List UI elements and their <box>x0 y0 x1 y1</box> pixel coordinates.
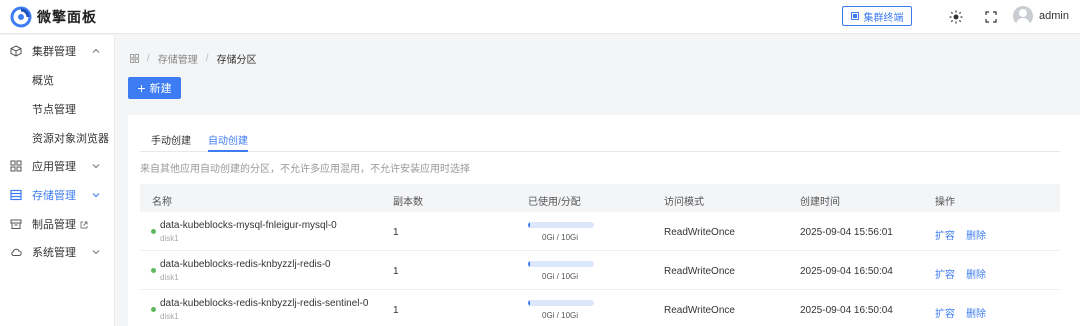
sidebar-item-label: 集群管理 <box>32 46 76 58</box>
created-time: 2025-09-04 16:50:04 <box>800 266 893 277</box>
cluster-terminal-button[interactable]: 集群终端 <box>842 6 912 26</box>
usage-bar <box>528 222 594 228</box>
created-time: 2025-09-04 15:56:01 <box>800 227 893 238</box>
breadcrumb-storage[interactable]: 存储管理 <box>158 51 198 66</box>
expand-link[interactable]: 扩容 <box>935 305 955 320</box>
sidebar-item-label: 系统管理 <box>32 247 76 259</box>
sidebar-item-apps[interactable]: 应用管理 <box>0 152 115 180</box>
sidebar-item-resource-browser[interactable]: 资源对象浏览器 <box>0 124 115 152</box>
tab-hint-text: 来自其他应用自动创建的分区，不允许多应用混用，不允许安装应用时选择 <box>140 164 470 175</box>
table-row: data-kubeblocks-redis-knbyzzlj-redis-0 d… <box>140 251 1060 290</box>
app-logo[interactable]: 微擎面板 <box>10 6 97 28</box>
column-header-created: 创建时间 <box>800 197 840 208</box>
replica-count: 1 <box>393 227 399 238</box>
breadcrumb-separator: / <box>147 53 150 64</box>
expand-link[interactable]: 扩容 <box>935 227 955 242</box>
tab-auto-create[interactable]: 自动创建 <box>208 132 248 152</box>
storage-icon <box>10 189 22 201</box>
external-link-icon <box>80 221 88 229</box>
sidebar-subitem-label: 节点管理 <box>32 104 76 116</box>
sidebar-item-system[interactable]: 系统管理 <box>0 238 115 266</box>
top-bar: 微擎面板 集群终端 admin <box>0 0 1080 34</box>
expand-link[interactable]: 扩容 <box>935 266 955 281</box>
usage-text: 0Gi / 10Gi <box>542 311 579 320</box>
access-mode: ReadWriteOnce <box>664 305 735 316</box>
partition-disk: disk1 <box>160 234 179 243</box>
sidebar-subitem-label: 概览 <box>32 75 54 87</box>
chevron-down-icon <box>92 250 100 255</box>
user-avatar[interactable] <box>1013 6 1033 26</box>
table-row: data-kubeblocks-redis-knbyzzlj-redis-sen… <box>140 290 1060 326</box>
usage-text: 0Gi / 10Gi <box>542 233 579 242</box>
replica-count: 1 <box>393 305 399 316</box>
partition-name: data-kubeblocks-redis-knbyzzlj-redis-0 <box>160 259 331 270</box>
created-time: 2025-09-04 16:50:04 <box>800 305 893 316</box>
column-header-actions: 操作 <box>935 197 955 208</box>
sidebar-item-artifacts[interactable]: 制品管理 <box>0 210 115 238</box>
usage-bar-fill <box>528 300 530 306</box>
delete-link[interactable]: 删除 <box>966 266 986 281</box>
usage-bar-fill <box>528 261 530 267</box>
column-header-usage: 已使用/分配 <box>528 197 581 208</box>
archive-icon <box>10 219 22 229</box>
tab-manual-create[interactable]: 手动创建 <box>151 132 191 152</box>
status-dot <box>151 229 156 234</box>
table-row: data-kubeblocks-mysql-fnleigur-mysql-0 d… <box>140 212 1060 251</box>
status-dot <box>151 268 156 273</box>
new-button-label: 新建 <box>149 83 172 95</box>
cloud-icon <box>11 248 22 256</box>
partition-disk: disk1 <box>160 273 179 282</box>
usage-bar-fill <box>528 222 530 228</box>
sidebar-subitem-label: 资源对象浏览器 <box>32 133 109 145</box>
breadcrumb: / 存储管理 / 存储分区 <box>130 51 257 66</box>
breadcrumb-separator: / <box>205 53 209 64</box>
sidebar-item-label: 制品管理 <box>32 219 76 231</box>
breadcrumb-current: 存储分区 <box>216 55 257 66</box>
cluster-terminal-label: 集群终端 <box>863 12 904 24</box>
sidebar-item-label: 存储管理 <box>32 190 76 202</box>
table-header: 名称 副本数 已使用/分配 访问模式 创建时间 操作 <box>140 184 1060 212</box>
column-header-replicas: 副本数 <box>393 197 423 208</box>
username[interactable]: admin <box>1039 10 1069 22</box>
sidebar-item-storage[interactable]: 存储管理 <box>0 181 115 209</box>
sidebar-item-nodes[interactable]: 节点管理 <box>0 95 115 123</box>
access-mode: ReadWriteOnce <box>664 266 735 277</box>
delete-link[interactable]: 删除 <box>966 227 986 242</box>
logo-icon <box>10 6 32 28</box>
delete-link[interactable]: 删除 <box>966 305 986 320</box>
cube-icon <box>10 45 22 57</box>
plus-icon: + <box>137 80 146 96</box>
replica-count: 1 <box>393 266 399 277</box>
fullscreen-icon[interactable] <box>984 10 998 24</box>
tab-bar: 手动创建 自动创建 <box>140 125 1060 152</box>
sidebar: 集群管理 概览 节点管理 资源对象浏览器 应用管理 存储管理 制品管理 系统管理 <box>0 35 115 326</box>
access-mode: ReadWriteOnce <box>664 227 735 238</box>
partition-name: data-kubeblocks-redis-knbyzzlj-redis-sen… <box>160 298 369 309</box>
chevron-down-icon <box>92 164 100 169</box>
partition-disk: disk1 <box>160 312 179 321</box>
app-title: 微擎面板 <box>37 9 97 25</box>
status-dot <box>151 307 156 312</box>
column-header-name: 名称 <box>152 197 172 208</box>
home-grid-icon[interactable] <box>130 54 139 63</box>
grid-icon <box>10 160 22 172</box>
sidebar-item-cluster[interactable]: 集群管理 <box>0 37 115 65</box>
theme-toggle-icon[interactable] <box>949 10 963 24</box>
usage-bar <box>528 300 594 306</box>
usage-bar <box>528 261 594 267</box>
storage-partition-card: 手动创建 自动创建 来自其他应用自动创建的分区，不允许多应用混用，不允许安装应用… <box>128 115 1080 326</box>
sidebar-item-overview[interactable]: 概览 <box>0 66 115 94</box>
sidebar-item-label: 应用管理 <box>32 161 76 173</box>
chevron-down-icon <box>92 193 100 198</box>
chevron-up-icon <box>92 48 100 53</box>
new-button[interactable]: + 新建 <box>128 77 181 99</box>
partition-name: data-kubeblocks-mysql-fnleigur-mysql-0 <box>160 220 337 231</box>
usage-text: 0Gi / 10Gi <box>542 272 579 281</box>
column-header-access-mode: 访问模式 <box>664 197 704 208</box>
terminal-icon <box>850 12 859 20</box>
